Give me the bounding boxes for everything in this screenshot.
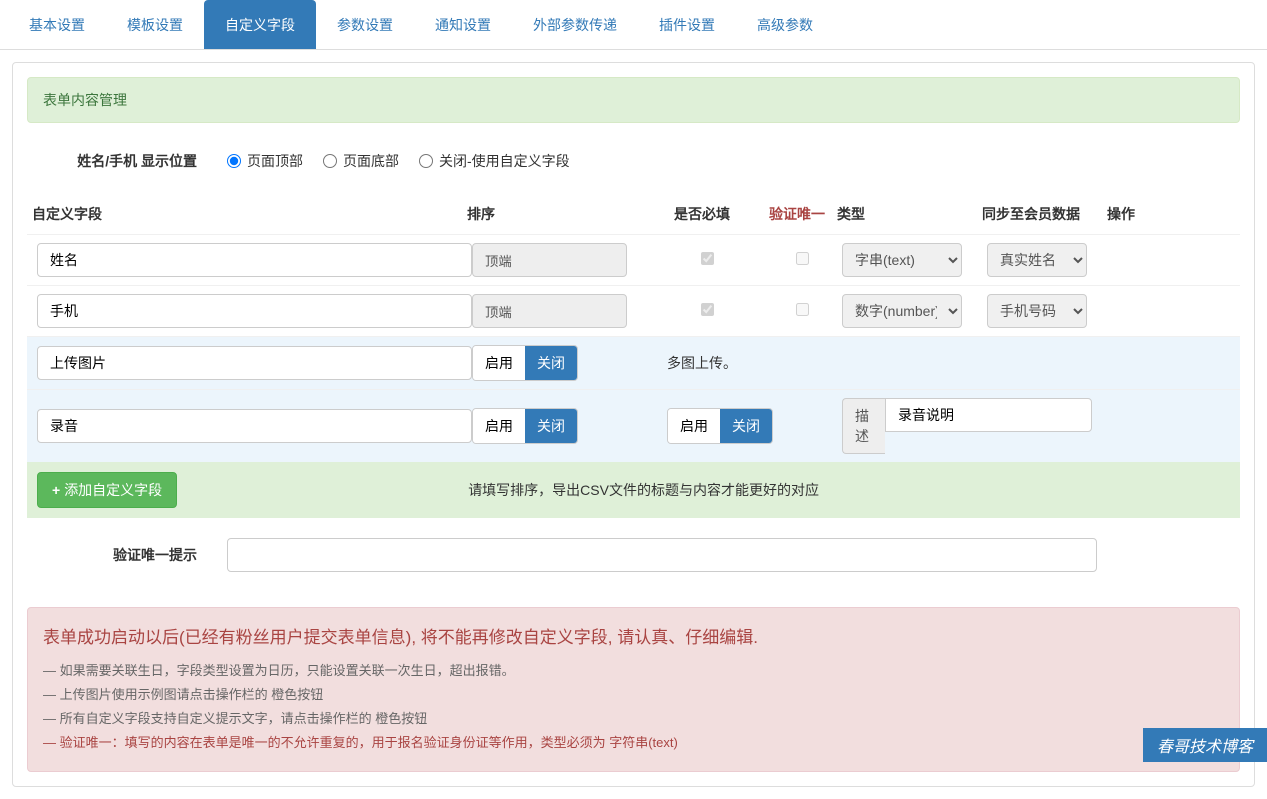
radio-close-input[interactable] [419, 154, 433, 168]
hint-row: 验证唯一提示 [27, 518, 1240, 582]
row-upload: 启用 关闭 多图上传。 [27, 336, 1240, 389]
record-desc-input[interactable] [885, 398, 1092, 432]
phone-type-select[interactable]: 数字(number) [842, 294, 962, 328]
tab-custom-fields[interactable]: 自定义字段 [204, 0, 316, 49]
phone-input[interactable] [37, 294, 472, 328]
header-sort: 排序 [467, 204, 647, 224]
phone-required-checkbox [701, 303, 714, 316]
field-header: 自定义字段 排序 是否必填 验证唯一 类型 同步至会员数据 操作 [27, 194, 1240, 234]
section-title: 表单内容管理 [27, 77, 1240, 123]
alert-line-3: — 所有自定义字段支持自定义提示文字，请点击操作栏的 橙色按钮 [43, 708, 1224, 727]
tab-external[interactable]: 外部参数传递 [512, 0, 638, 49]
name-sync-select[interactable]: 真实姓名 [987, 243, 1087, 277]
add-note: 请填写排序，导出CSV文件的标题与内容才能更好的对应 [177, 480, 1230, 500]
radio-bottom-input[interactable] [323, 154, 337, 168]
upload-toggle-group: 启用 关闭 [472, 345, 578, 381]
position-label: 姓名/手机 显示位置 [27, 151, 227, 171]
tab-params[interactable]: 参数设置 [316, 0, 414, 49]
tab-template[interactable]: 模板设置 [106, 0, 204, 49]
name-unique-checkbox [796, 252, 809, 265]
header-type: 类型 [837, 204, 982, 224]
radio-top[interactable]: 页面顶部 [227, 151, 303, 171]
radio-top-input[interactable] [227, 154, 241, 168]
row-phone: 数字(number) 手机号码 [27, 285, 1240, 336]
tab-advanced[interactable]: 高级参数 [736, 0, 834, 49]
record-enable2-button[interactable]: 启用 [668, 409, 720, 443]
record-toggle-group-2: 启用 关闭 [667, 408, 773, 444]
phone-unique-checkbox [796, 303, 809, 316]
record-disable-button[interactable]: 关闭 [525, 409, 577, 443]
name-type-select[interactable]: 字串(text) [842, 243, 962, 277]
upload-disable-button[interactable]: 关闭 [525, 346, 577, 380]
alert-title: 表单成功启动以后(已经有粉丝用户提交表单信息), 将不能再修改自定义字段, 请认… [43, 623, 1224, 648]
upload-input[interactable] [37, 346, 472, 380]
upload-enable-button[interactable]: 启用 [473, 346, 525, 380]
alert-line-2: — 上传图片使用示例图请点击操作栏的 橙色按钮 [43, 684, 1224, 703]
alert-line-1: — 如果需要关联生日，字段类型设置为日历，只能设置关联一次生日，超出报错。 [43, 660, 1224, 679]
name-required-checkbox [701, 252, 714, 265]
hint-label: 验证唯一提示 [27, 545, 227, 565]
header-sync: 同步至会员数据 [982, 204, 1107, 224]
name-input[interactable] [37, 243, 472, 277]
main-panel: 表单内容管理 姓名/手机 显示位置 页面顶部 页面底部 关闭-使用自定义字段 [12, 62, 1255, 787]
header-action: 操作 [1107, 204, 1207, 224]
upload-note: 多图上传。 [652, 353, 737, 373]
hint-input[interactable] [227, 538, 1097, 572]
row-record: 启用 关闭 启用 关闭 描述 [27, 389, 1240, 462]
alert-box: 表单成功启动以后(已经有粉丝用户提交表单信息), 将不能再修改自定义字段, 请认… [27, 607, 1240, 772]
add-row: + 添加自定义字段 请填写排序，导出CSV文件的标题与内容才能更好的对应 [27, 462, 1240, 518]
record-disable2-button[interactable]: 关闭 [720, 409, 772, 443]
tab-bar: 基本设置 模板设置 自定义字段 参数设置 通知设置 外部参数传递 插件设置 高级… [0, 0, 1267, 50]
record-desc-label: 描述 [842, 398, 885, 454]
plus-icon: + [52, 482, 60, 498]
tab-notify[interactable]: 通知设置 [414, 0, 512, 49]
position-row: 姓名/手机 显示位置 页面顶部 页面底部 关闭-使用自定义字段 [27, 143, 1240, 179]
record-input[interactable] [37, 409, 472, 443]
phone-sync-select[interactable]: 手机号码 [987, 294, 1087, 328]
radio-close[interactable]: 关闭-使用自定义字段 [419, 151, 570, 171]
record-desc-group: 描述 [842, 398, 1092, 454]
alert-line-4: — 验证唯一：填写的内容在表单是唯一的不允许重复的，用于报名验证身份证等作用，类… [43, 732, 1224, 751]
name-sort-input [472, 243, 627, 277]
tab-basic[interactable]: 基本设置 [8, 0, 106, 49]
radio-bottom[interactable]: 页面底部 [323, 151, 399, 171]
tab-plugin[interactable]: 插件设置 [638, 0, 736, 49]
watermark: 春哥技术博客 [1143, 728, 1267, 762]
add-field-button[interactable]: + 添加自定义字段 [37, 472, 177, 508]
phone-sort-input [472, 294, 627, 328]
record-enable-button[interactable]: 启用 [473, 409, 525, 443]
row-name: 字串(text) 真实姓名 [27, 234, 1240, 285]
header-unique: 验证唯一 [757, 204, 837, 224]
header-required: 是否必填 [647, 204, 757, 224]
header-name: 自定义字段 [27, 204, 467, 224]
record-toggle-group-1: 启用 关闭 [472, 408, 578, 444]
